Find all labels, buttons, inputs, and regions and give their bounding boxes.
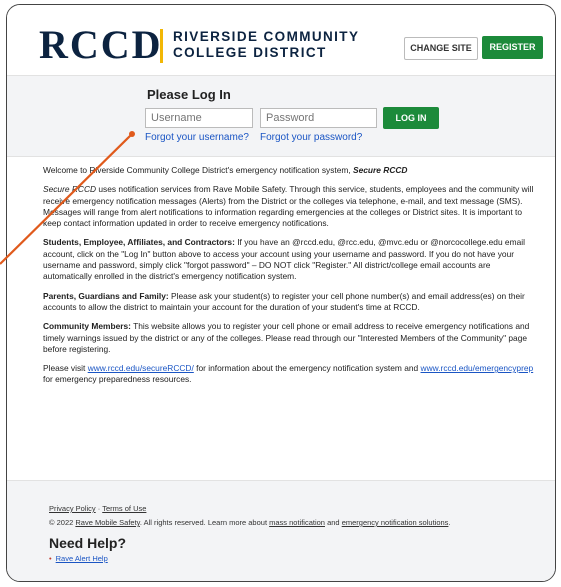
community-paragraph: Community Members: This website allows y…	[43, 321, 530, 354]
forgot-username-link[interactable]: Forgot your username?	[145, 132, 249, 143]
change-site-button[interactable]: CHANGE SITE	[404, 37, 478, 60]
college-name-line1: RIVERSIDE COMMUNITY	[173, 29, 360, 44]
secure-rccd-link[interactable]: www.rccd.edu/secureRCCD/	[88, 363, 194, 373]
community-heading: Community Members:	[43, 321, 131, 332]
copyright-line: © 2022 Rave Mobile Safety. All rights re…	[49, 518, 451, 527]
site-footer: Privacy Policy · Terms of Use © 2022 Rav…	[7, 480, 555, 581]
bullet-icon: •	[49, 554, 52, 563]
logo-divider	[160, 29, 163, 63]
need-help-heading: Need Help?	[49, 535, 127, 551]
intro-brand: Secure RCCD	[43, 184, 97, 195]
login-button[interactable]: LOG IN	[383, 107, 439, 129]
register-button[interactable]: REGISTER	[482, 36, 543, 59]
mass-notification-link[interactable]: mass notification	[269, 518, 325, 527]
parents-heading: Parents, Guardians and Family:	[43, 290, 169, 301]
site-header: RCCD RIVERSIDE COMMUNITY COLLEGE DISTRIC…	[7, 5, 555, 75]
forgot-password-link[interactable]: Forgot your password?	[260, 132, 362, 143]
main-content: Welcome to Riverside Community College D…	[43, 165, 535, 394]
password-input[interactable]	[260, 108, 377, 128]
parents-paragraph: Parents, Guardians and Family: Please as…	[43, 290, 525, 312]
privacy-policy-link[interactable]: Privacy Policy	[49, 504, 96, 513]
college-name: RIVERSIDE COMMUNITY COLLEGE DISTRICT	[173, 29, 359, 61]
page-frame: RCCD RIVERSIDE COMMUNITY COLLEGE DISTRIC…	[6, 4, 556, 582]
emergency-solutions-link[interactable]: emergency notification solutions	[342, 518, 449, 527]
college-name-line2: COLLEGE DISTRICT	[173, 45, 327, 60]
emergencyprep-link[interactable]: www.rccd.edu/emergencyprep	[421, 363, 534, 373]
login-title: Please Log In	[147, 87, 231, 102]
welcome-brand: Secure RCCD	[353, 165, 408, 175]
visit-paragraph: Please visit www.rccd.edu/secureRCCD/ fo…	[43, 363, 534, 385]
welcome-paragraph: Welcome to Riverside Community College D…	[43, 165, 408, 175]
username-input[interactable]	[145, 108, 253, 128]
footer-links: Privacy Policy · Terms of Use	[49, 504, 146, 513]
intro-paragraph: Secure RCCD uses notification services f…	[43, 184, 534, 229]
rave-alert-help-link[interactable]: Rave Alert Help	[56, 554, 108, 563]
terms-of-use-link[interactable]: Terms of Use	[102, 504, 146, 513]
students-heading: Students, Employee, Affiliates, and Cont…	[43, 237, 235, 248]
footer-separator: ·	[97, 504, 101, 513]
rave-alert-help-item: • Rave Alert Help	[49, 554, 108, 563]
rccd-logo[interactable]: RCCD	[39, 25, 163, 65]
rave-mobile-safety-link[interactable]: Rave Mobile Safety	[75, 518, 139, 527]
students-paragraph: Students, Employee, Affiliates, and Cont…	[43, 237, 525, 282]
login-panel: Please Log In LOG IN Forgot your usernam…	[7, 75, 555, 157]
